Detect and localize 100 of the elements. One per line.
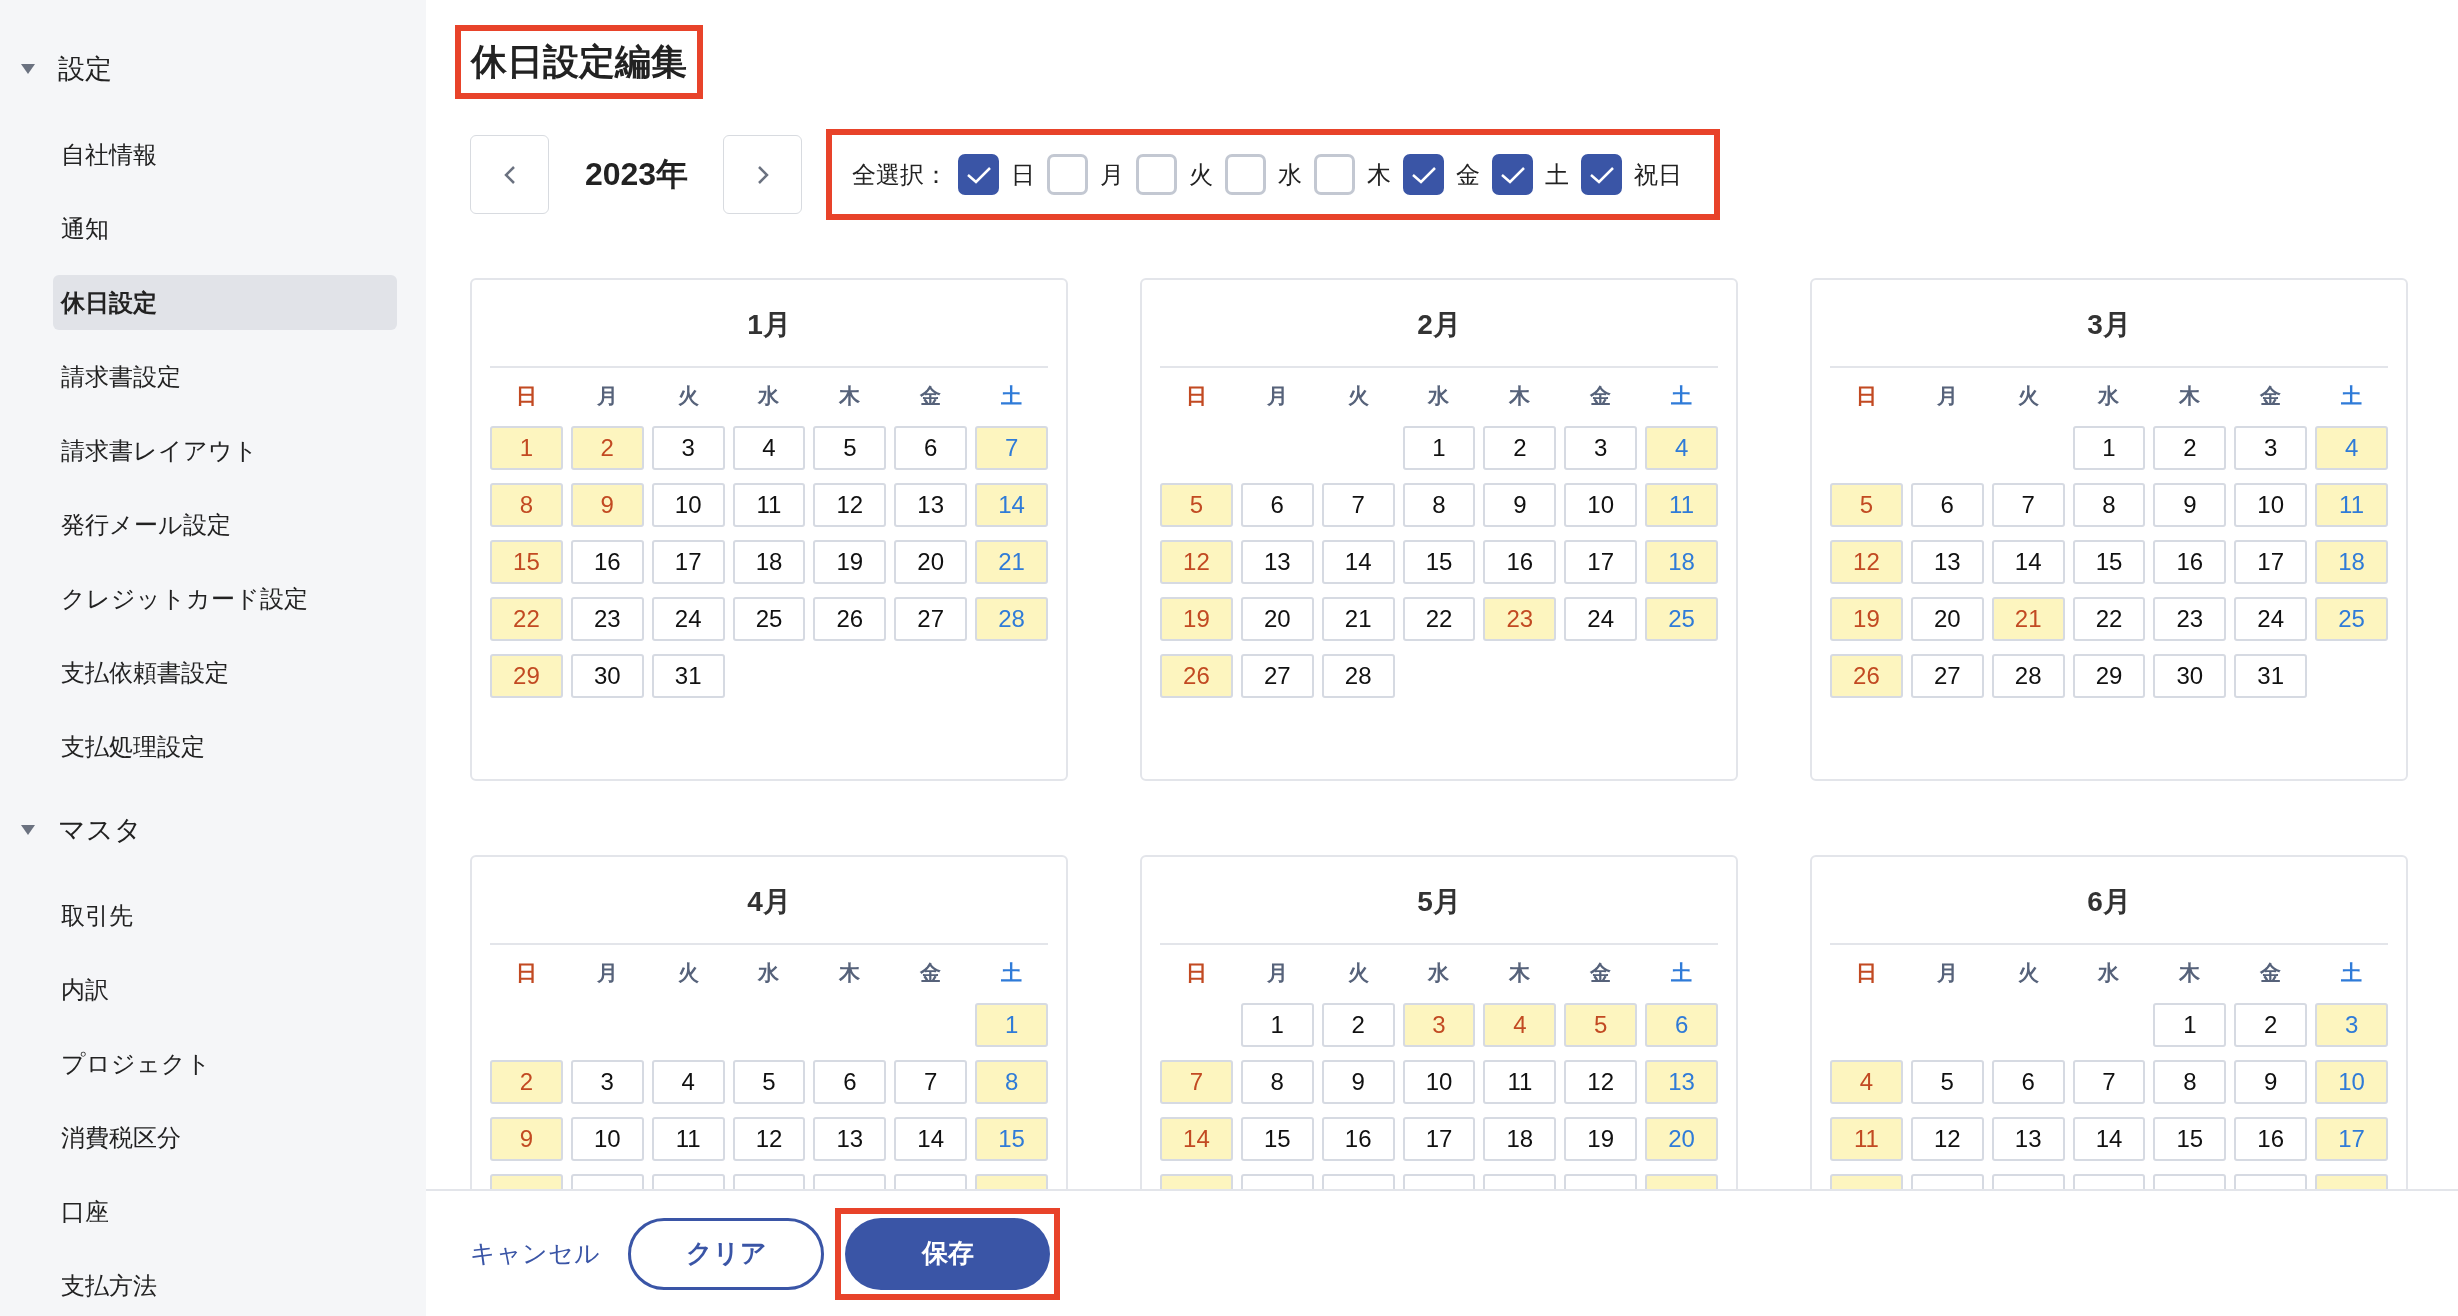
day-cell[interactable]: 20 [1645,1117,1718,1161]
day-cell[interactable]: 28 [1991,654,2065,698]
day-cell[interactable]: 14 [1160,1117,1233,1161]
day-cell[interactable]: 4 [651,1060,725,1104]
sidebar-item[interactable]: クレジットカード設定 [53,571,397,626]
day-cell[interactable]: 9 [1321,1060,1395,1104]
day-cell[interactable]: 18 [1645,540,1718,584]
sidebar-item[interactable]: プロジェクト [53,1036,397,1091]
day-cell[interactable]: 15 [1402,540,1476,584]
day-cell[interactable]: 14 [975,483,1048,527]
day-cell[interactable]: 28 [1321,654,1395,698]
day-cell[interactable]: 13 [1240,540,1314,584]
day-cell[interactable]: 7 [1991,483,2065,527]
day-cell[interactable]: 1 [2153,1003,2227,1047]
sidebar-item[interactable]: 自社情報 [53,127,397,182]
day-cell[interactable]: 1 [1240,1003,1314,1047]
day-cell[interactable]: 14 [1991,540,2065,584]
day-cell[interactable]: 17 [651,540,725,584]
clear-button[interactable]: クリア [628,1217,824,1290]
day-cell[interactable]: 12 [1910,1117,1984,1161]
day-cell[interactable]: 3 [651,426,725,470]
checkbox[interactable] [1492,154,1533,195]
day-cell[interactable]: 20 [1240,597,1314,641]
day-cell[interactable]: 12 [813,483,887,527]
day-cell[interactable]: 22 [1402,597,1476,641]
day-cell[interactable]: 6 [1240,483,1314,527]
day-cell[interactable]: 18 [1483,1117,1557,1161]
day-cell[interactable]: 10 [651,483,725,527]
sidebar-section-title[interactable]: マスタ [58,812,142,848]
day-cell[interactable]: 8 [2153,1060,2227,1104]
day-cell[interactable]: 4 [1483,1003,1557,1047]
checkbox[interactable] [958,154,999,195]
day-cell[interactable]: 15 [1240,1117,1314,1161]
day-cell[interactable]: 12 [1830,540,1903,584]
day-cell[interactable]: 5 [732,1060,806,1104]
day-cell[interactable]: 21 [1991,597,2065,641]
sidebar-item[interactable]: 支払方法 [53,1258,397,1313]
day-cell[interactable]: 16 [2234,1117,2308,1161]
sidebar-item[interactable]: 消費税区分 [53,1110,397,1165]
day-cell[interactable]: 9 [1483,483,1557,527]
day-cell[interactable]: 13 [1910,540,1984,584]
day-cell[interactable]: 11 [2315,483,2388,527]
day-cell[interactable]: 14 [1321,540,1395,584]
day-cell[interactable]: 17 [2234,540,2308,584]
day-cell[interactable]: 7 [1160,1060,1233,1104]
day-cell[interactable]: 6 [1910,483,1984,527]
day-cell[interactable]: 9 [2234,1060,2308,1104]
day-cell[interactable]: 3 [1564,426,1638,470]
day-cell[interactable]: 17 [2315,1117,2388,1161]
sidebar-item[interactable]: 取引先 [53,888,397,943]
day-cell[interactable]: 20 [894,540,968,584]
day-cell[interactable]: 6 [813,1060,887,1104]
day-cell[interactable]: 14 [2072,1117,2146,1161]
sidebar-item[interactable]: 休日設定 [53,275,397,330]
day-cell[interactable]: 3 [570,1060,644,1104]
day-cell[interactable]: 25 [732,597,806,641]
cancel-link[interactable]: キャンセル [470,1237,600,1270]
day-cell[interactable]: 15 [2153,1117,2227,1161]
sidebar-section-title[interactable]: 設定 [58,51,112,87]
day-cell[interactable]: 4 [2315,426,2388,470]
day-cell[interactable]: 8 [490,483,563,527]
day-cell[interactable]: 10 [1564,483,1638,527]
day-cell[interactable]: 9 [570,483,644,527]
day-cell[interactable]: 15 [975,1117,1048,1161]
day-cell[interactable]: 1 [1402,426,1476,470]
day-cell[interactable]: 6 [894,426,968,470]
day-cell[interactable]: 8 [975,1060,1048,1104]
day-cell[interactable]: 16 [2153,540,2227,584]
day-cell[interactable]: 2 [1483,426,1557,470]
day-cell[interactable]: 29 [490,654,563,698]
day-cell[interactable]: 11 [1483,1060,1557,1104]
day-cell[interactable]: 15 [2072,540,2146,584]
day-cell[interactable]: 7 [1321,483,1395,527]
day-cell[interactable]: 27 [1910,654,1984,698]
day-cell[interactable]: 5 [1564,1003,1638,1047]
day-cell[interactable]: 4 [1645,426,1718,470]
day-cell[interactable]: 17 [1402,1117,1476,1161]
day-cell[interactable]: 19 [1564,1117,1638,1161]
sidebar-item[interactable]: 内訳 [53,962,397,1017]
sidebar-item[interactable]: 請求書設定 [53,349,397,404]
sidebar-item[interactable]: 支払処理設定 [53,719,397,774]
day-cell[interactable]: 2 [570,426,644,470]
day-cell[interactable]: 24 [1564,597,1638,641]
sidebar-item[interactable]: 請求書レイアウト [53,423,397,478]
caret-icon[interactable] [20,63,36,75]
day-cell[interactable]: 12 [1160,540,1233,584]
day-cell[interactable]: 11 [1645,483,1718,527]
day-cell[interactable]: 10 [1402,1060,1476,1104]
day-cell[interactable]: 9 [490,1117,563,1161]
day-cell[interactable]: 13 [1645,1060,1718,1104]
day-cell[interactable]: 15 [490,540,563,584]
day-cell[interactable]: 19 [813,540,887,584]
sidebar-item[interactable]: 発行メール設定 [53,497,397,552]
day-cell[interactable]: 16 [570,540,644,584]
day-cell[interactable]: 2 [2153,426,2227,470]
day-cell[interactable]: 4 [732,426,806,470]
day-cell[interactable]: 10 [2234,483,2308,527]
day-cell[interactable]: 6 [1645,1003,1718,1047]
day-cell[interactable]: 23 [1483,597,1557,641]
day-cell[interactable]: 30 [2153,654,2227,698]
